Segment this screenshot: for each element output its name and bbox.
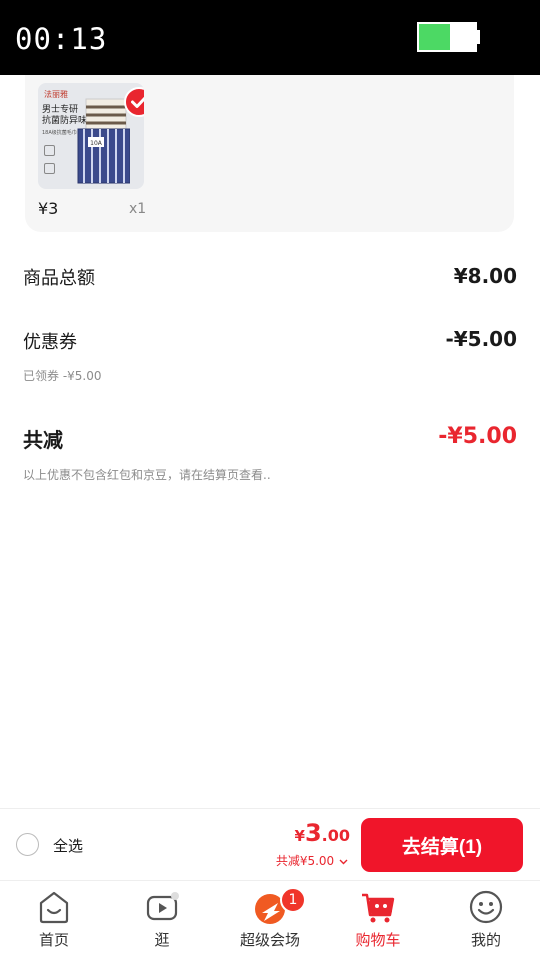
discount-text: 共减¥5.00: [275, 854, 335, 868]
tab-label: 首页: [38, 931, 69, 949]
total-integer: 3: [304, 819, 322, 847]
towel-pack-image: 10A: [77, 98, 130, 184]
home-icon: [39, 891, 69, 924]
total-decimal: .00: [321, 826, 350, 845]
cart-icon: [362, 893, 395, 923]
video-icon: [146, 892, 179, 921]
thumbnail-brand: 法丽雅: [44, 90, 68, 99]
total-reduce-label: 共减: [23, 428, 63, 452]
status-time: 00:13: [15, 22, 108, 56]
profile-icon: [469, 890, 503, 924]
discount-disclaimer: 以上优惠不包含红包和京豆，请在结算页查看..: [23, 468, 271, 482]
cart-product-card[interactable]: 法丽雅 男士专研 抗菌防异味 18A级抗菌毛巾 10A ¥3 x1: [25, 75, 514, 232]
coupon-label: 优惠券: [23, 332, 77, 353]
checkout-bar: 全选 ¥3.00 共减¥5.00 去结算(1): [0, 808, 540, 880]
goods-total-value: ¥8.00: [453, 264, 517, 288]
product-quantity: x1: [129, 201, 147, 217]
product-price: ¥3: [38, 199, 59, 218]
battery-icon: [417, 22, 477, 52]
tab-label: 我的: [470, 931, 501, 949]
chevron-down-icon: [339, 859, 348, 864]
checkout-button[interactable]: 去结算(1): [361, 818, 523, 872]
tab-label: 超级会场: [239, 931, 300, 949]
tab-label: 购物车: [355, 931, 401, 949]
goods-total-label: 商品总额: [23, 268, 95, 289]
discount-detail-toggle[interactable]: 共减¥5.00: [276, 852, 348, 869]
bottom-tab-bar: 首页 逛 超级会场 购物车 我的: [0, 880, 540, 955]
coupon-value: -¥5.00: [445, 327, 517, 351]
coupon-note: 已领券 -¥5.00: [23, 369, 102, 383]
select-all-radio[interactable]: [16, 833, 39, 856]
tab-browse[interactable]: 逛: [108, 881, 216, 955]
tab-profile[interactable]: 我的: [432, 881, 540, 955]
tab-home[interactable]: 首页: [0, 881, 108, 955]
payable-total: ¥3.00: [295, 819, 350, 847]
thumbnail-feature-icon: [44, 145, 55, 156]
product-thumbnail[interactable]: 法丽雅 男士专研 抗菌防异味 18A级抗菌毛巾 10A: [38, 83, 144, 189]
battery-cap: [477, 30, 480, 44]
thumbnail-subtitle: 18A级抗菌毛巾: [42, 130, 77, 136]
super-venue-badge: 1: [280, 887, 306, 913]
thumbnail-tag: 10A: [90, 140, 103, 147]
tab-super-venue[interactable]: 超级会场: [216, 881, 324, 955]
total-reduce-value: -¥5.00: [438, 424, 517, 449]
tab-cart[interactable]: 购物车: [324, 881, 432, 955]
select-all-label[interactable]: 全选: [53, 835, 83, 856]
currency-symbol: ¥: [294, 827, 305, 845]
thumbnail-feature-icon: [44, 163, 55, 174]
tab-label: 逛: [154, 931, 170, 949]
